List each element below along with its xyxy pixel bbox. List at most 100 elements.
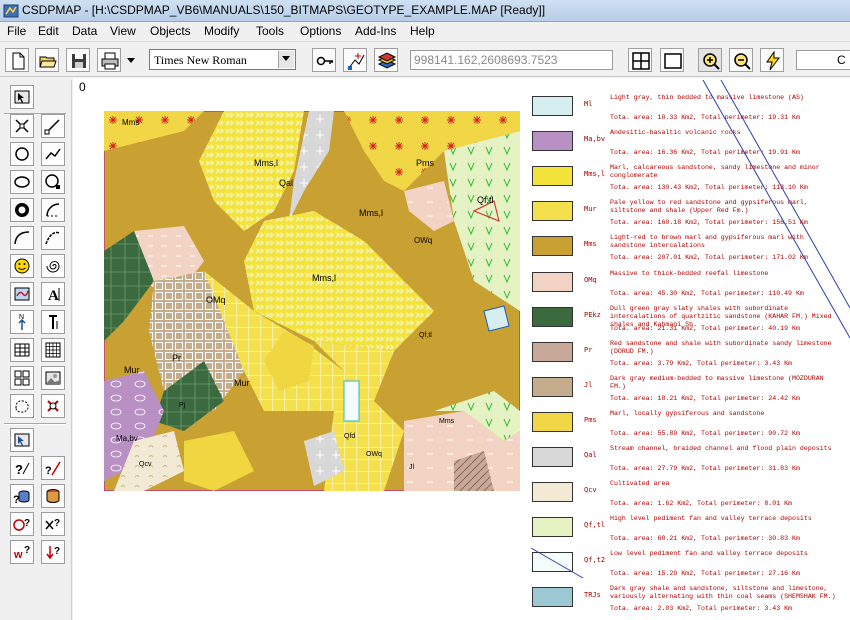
- node-edit-icon: [47, 400, 59, 412]
- key-icon: [316, 56, 333, 66]
- legend-code: Qf,tl: [584, 521, 606, 530]
- curve-tool[interactable]: [10, 226, 34, 250]
- key-button[interactable]: [312, 48, 336, 72]
- save-button[interactable]: [66, 48, 90, 72]
- query-database-tool[interactable]: ?: [10, 484, 34, 508]
- printer-icon: [101, 52, 119, 70]
- new-button[interactable]: [5, 48, 29, 72]
- digitize-button[interactable]: [343, 48, 367, 72]
- node-edit-tool[interactable]: [41, 394, 65, 418]
- legend-code: OMq: [584, 275, 597, 284]
- legend-row[interactable]: Qf,t2 Low level pediment fan and valley t…: [531, 550, 850, 588]
- zoom-in-button[interactable]: [698, 48, 722, 72]
- spiral-tool[interactable]: [41, 254, 65, 278]
- legend-row[interactable]: Mur Pale yellow to red sandstone and gyps…: [531, 199, 850, 237]
- circle-tool[interactable]: [10, 142, 34, 166]
- smiley-icon: [14, 258, 30, 274]
- blocks-tool[interactable]: [10, 366, 34, 390]
- legend-description: Light-red to brown marl and gypsiferous …: [610, 234, 804, 250]
- grid-pattern-tool[interactable]: [41, 338, 65, 362]
- legend-code: Pr: [584, 345, 593, 354]
- query-line-icon: ?: [45, 461, 61, 477]
- select-objects-tool[interactable]: [10, 428, 34, 452]
- legend-row[interactable]: Qcv Cultivated area Tota. area: 1.62 Km2, …: [531, 480, 850, 518]
- coordinate-field[interactable]: 998141.162,2608693.7523: [410, 50, 613, 70]
- menu-view[interactable]: View: [110, 24, 136, 38]
- query-weight-tool[interactable]: w?: [10, 540, 34, 564]
- menu-options[interactable]: Options: [300, 24, 341, 38]
- query-cross-icon: ?: [45, 518, 60, 530]
- legend-description: Andesitic-basaltic volcanic rocks: [610, 129, 741, 137]
- delete-point-tool[interactable]: [10, 114, 34, 138]
- line-tool[interactable]: [41, 114, 65, 138]
- legend-row[interactable]: Qf,tl High level pediment fan and valley …: [531, 515, 850, 553]
- select-tool[interactable]: [10, 85, 34, 109]
- menu-objects[interactable]: Objects: [150, 24, 191, 38]
- zoom-out-icon: [734, 53, 751, 70]
- menu-edit[interactable]: Edit: [38, 24, 59, 38]
- query-circle-tool[interactable]: ?: [10, 512, 34, 536]
- query-line-tool[interactable]: ?: [41, 456, 65, 480]
- vertical-text-tool[interactable]: [41, 310, 65, 334]
- symbol-tool[interactable]: [10, 254, 34, 278]
- image-tool[interactable]: [41, 366, 65, 390]
- legend-row[interactable]: Jl Dark gray medium-bedded to massive lim…: [531, 375, 850, 413]
- legend-row[interactable]: Ml Light gray, thin bedded to massive lim…: [531, 94, 850, 132]
- legend-row[interactable]: Ma,bv Andesitic-basaltic volcanic rocks To…: [531, 129, 850, 167]
- digitize-icon: [348, 53, 365, 70]
- legend-code: Mur: [584, 205, 597, 214]
- menu-help[interactable]: Help: [410, 24, 435, 38]
- spline-tool[interactable]: [41, 226, 65, 250]
- scale-field[interactable]: C: [796, 50, 850, 70]
- refresh-button[interactable]: [760, 48, 784, 72]
- map-canvas[interactable]: 0 Mms Mms,l Qal Pms Mms,l Qf,tl OWq Mms,…: [73, 78, 850, 620]
- print-button[interactable]: [97, 48, 121, 72]
- query-tool[interactable]: ?: [10, 456, 34, 480]
- map-tool[interactable]: [10, 282, 34, 306]
- legend-swatch: [532, 376, 573, 397]
- single-window-button[interactable]: [660, 48, 684, 72]
- menu-file[interactable]: File: [7, 24, 26, 38]
- chevron-down-icon[interactable]: [278, 51, 294, 68]
- print-dropdown-icon[interactable]: [126, 57, 136, 65]
- query-down-tool[interactable]: ?: [41, 540, 65, 564]
- font-select[interactable]: Times New Roman: [149, 49, 296, 70]
- legend-row[interactable]: Pr Red sandstone and shale with subordina…: [531, 340, 850, 378]
- legend-row[interactable]: Pms Marl, locally gypsiferous and sandsto…: [531, 410, 850, 448]
- text-tool[interactable]: A: [41, 282, 65, 306]
- legend-swatch: [532, 271, 573, 292]
- donut-tool[interactable]: [10, 198, 34, 222]
- arc-tool[interactable]: [41, 198, 65, 222]
- map-label: Qf,tl: [419, 332, 432, 339]
- database-tool[interactable]: [41, 484, 65, 508]
- zoom-in-icon: [703, 53, 720, 70]
- layers-button[interactable]: [374, 48, 398, 72]
- circle-select-tool[interactable]: [41, 170, 65, 194]
- table-icon: [14, 343, 30, 357]
- select-pointer-icon: [14, 90, 30, 104]
- menu-data[interactable]: Data: [72, 24, 97, 38]
- menu-tools[interactable]: Tools: [256, 24, 284, 38]
- map-label: OWq: [414, 236, 432, 245]
- legend-row[interactable]: Qal Stream channel, braided channel and f…: [531, 445, 850, 483]
- legend-row[interactable]: Mms Light-red to brown marl and gypsifero…: [531, 234, 850, 272]
- freehand-area-tool[interactable]: [10, 394, 34, 418]
- geologic-map[interactable]: Mms Mms,l Qal Pms Mms,l Qf,tl OWq Mms,l …: [104, 111, 520, 491]
- zoom-out-button[interactable]: [729, 48, 753, 72]
- legend-row[interactable]: PEkz Dull green gray slaty shales with su…: [531, 305, 850, 343]
- query-cross-tool[interactable]: ?: [41, 512, 65, 536]
- legend-row[interactable]: Mms,l Marl, calcareous sandstone, sandy l…: [531, 164, 850, 202]
- menu-addins[interactable]: Add-Ins: [355, 24, 396, 38]
- tile-windows-button[interactable]: [628, 48, 652, 72]
- table-tool[interactable]: [10, 338, 34, 362]
- svg-text:?: ?: [54, 546, 60, 557]
- legend-row[interactable]: OMq Massive to thick-bedded reefal limest…: [531, 270, 850, 308]
- polyline-tool[interactable]: [41, 142, 65, 166]
- menu-modify[interactable]: Modify: [204, 24, 239, 38]
- north-arrow-tool[interactable]: N: [10, 310, 34, 334]
- ellipse-tool[interactable]: [10, 170, 34, 194]
- legend-row[interactable]: TRJs Dark gray shale and sandstone, silts…: [531, 585, 850, 620]
- map-legend: Ml Light gray, thin bedded to massive lim…: [531, 94, 850, 620]
- floppy-disk-icon: [72, 54, 86, 68]
- open-button[interactable]: [35, 48, 59, 72]
